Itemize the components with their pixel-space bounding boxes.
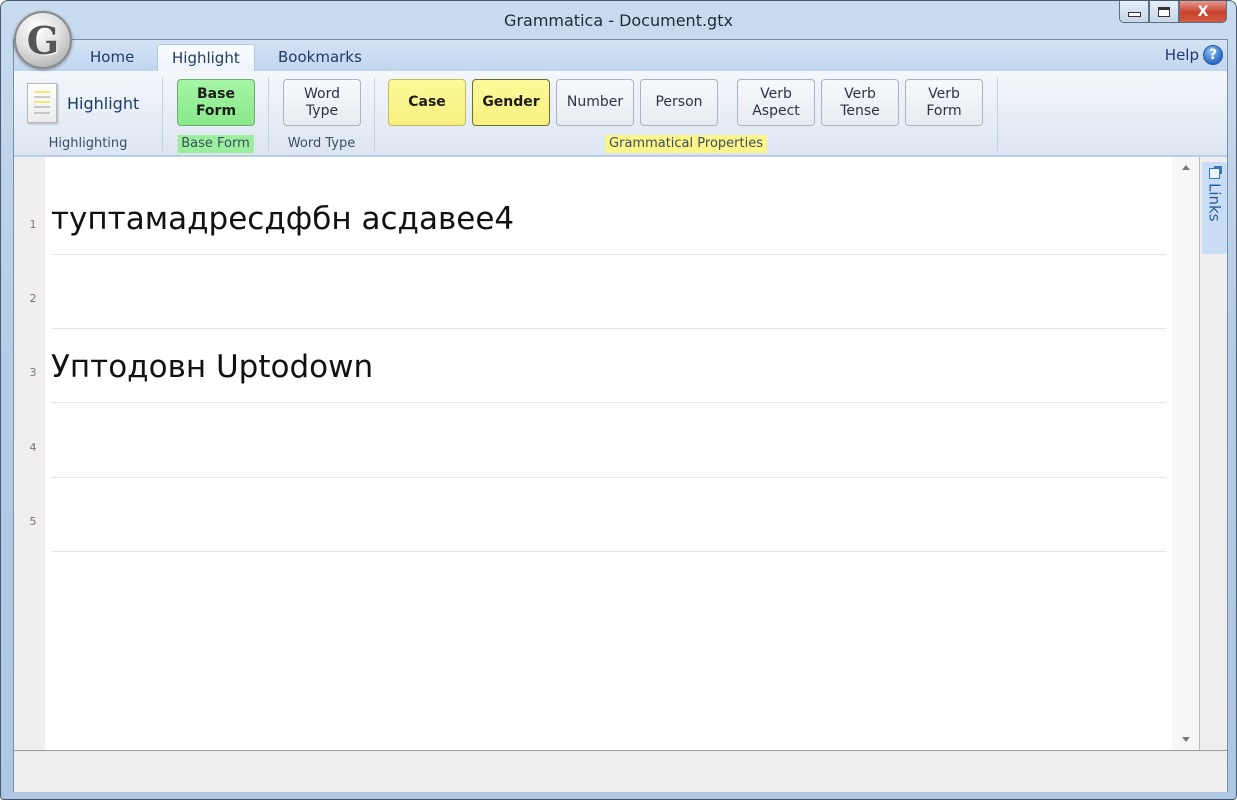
verb-aspect-line1: Verb (760, 85, 792, 102)
vertical-scrollbar[interactable] (1172, 157, 1199, 750)
links-tab[interactable]: Links (1202, 162, 1227, 254)
gender-button[interactable]: Gender (472, 79, 550, 126)
person-label: Person (655, 94, 703, 110)
highlight-button-label: Highlight (67, 93, 140, 113)
title-bar[interactable]: Grammatica - Document.gtx X (1, 1, 1236, 41)
minimize-button[interactable] (1119, 1, 1149, 23)
close-icon: X (1197, 3, 1209, 20)
app-frame: Home Highlight Bookmarks Help ? Highligh… (13, 39, 1228, 792)
line-number: 5 (29, 514, 37, 528)
help-button[interactable]: Help ? (1165, 45, 1223, 65)
verb-aspect-button[interactable]: Verb Aspect (737, 79, 815, 126)
word-type-line1: Word (304, 85, 340, 102)
app-window: Grammatica - Document.gtx X G Home Highl… (0, 0, 1237, 800)
word-type-line2: Type (305, 102, 339, 119)
status-bar (14, 750, 1227, 792)
line-text[interactable]: туптамадресдфбн асдавее4 (51, 201, 514, 237)
group-label-word-type: Word Type (287, 136, 356, 151)
number-label: Number (566, 94, 624, 110)
group-label-base-form: Base Form (177, 135, 254, 153)
app-menu-button[interactable]: G (14, 11, 72, 69)
document-line[interactable]: 5 (30, 478, 1166, 552)
line-number: 3 (29, 365, 37, 379)
tab-highlight[interactable]: Highlight (157, 44, 255, 71)
external-link-icon (1209, 166, 1222, 179)
line-number: 4 (29, 440, 37, 454)
base-form-line2: Form (195, 102, 237, 119)
base-form-line1: Base (197, 85, 235, 102)
side-panel: Links (1199, 157, 1227, 750)
document-editor[interactable]: 1 туптамадресдфбн асдавее4 2 3 Уптодовн … (14, 157, 1199, 750)
verb-aspect-line2: Aspect (752, 102, 800, 119)
highlight-button[interactable]: Highlight (27, 83, 139, 123)
word-type-button[interactable]: Word Type (283, 79, 361, 126)
ribbon-tabs: Home Highlight Bookmarks Help ? (14, 40, 1227, 71)
verb-tense-button[interactable]: Verb Tense (821, 79, 899, 126)
verb-form-button[interactable]: Verb Form (905, 79, 983, 126)
number-button[interactable]: Number (556, 79, 634, 126)
line-number: 1 (29, 217, 37, 231)
app-logo-icon: G (26, 17, 60, 63)
window-title: Grammatica - Document.gtx (504, 11, 733, 30)
document-line[interactable]: 1 туптамадресдфбн асдавее4 (30, 181, 1166, 255)
scroll-down-icon[interactable] (1182, 737, 1190, 742)
maximize-icon (1158, 6, 1170, 17)
help-icon: ? (1203, 45, 1223, 65)
document-line[interactable]: 2 (30, 255, 1166, 329)
group-label-highlighting: Highlighting (48, 136, 128, 151)
document-line[interactable]: 4 (30, 404, 1166, 478)
close-button[interactable]: X (1179, 1, 1227, 23)
gender-label: Gender (482, 94, 540, 110)
tab-bookmarks[interactable]: Bookmarks (264, 44, 376, 71)
case-button[interactable]: Case (388, 79, 466, 126)
help-label: Help (1164, 46, 1199, 64)
case-label: Case (408, 94, 446, 110)
line-number: 2 (29, 291, 37, 305)
group-grammatical-properties: Case Gender Number Person Verb Aspect Ver… (375, 75, 997, 153)
group-label-grammatical-properties: Grammatical Properties (605, 135, 767, 153)
window-controls: X (1119, 1, 1227, 25)
links-label: Links (1205, 183, 1224, 222)
document-line[interactable]: 3 Уптодовн Uptodown (30, 329, 1166, 403)
ribbon: Highlight Highlighting Base Form Base For… (14, 71, 1227, 156)
group-word-type: Word Type Word Type (269, 75, 374, 153)
maximize-button[interactable] (1149, 1, 1179, 23)
scroll-up-icon[interactable] (1182, 165, 1190, 170)
verb-tense-line2: Tense (840, 102, 880, 119)
group-separator (997, 77, 998, 151)
verb-tense-line1: Verb (844, 85, 876, 102)
group-base-form: Base Form Base Form (163, 75, 268, 153)
group-highlighting: Highlight Highlighting (14, 75, 162, 153)
person-button[interactable]: Person (640, 79, 718, 126)
tab-home[interactable]: Home (76, 44, 148, 71)
document-highlight-icon (27, 83, 57, 123)
line-number-gutter (14, 157, 45, 750)
verb-form-line2: Form (926, 102, 962, 119)
verb-form-line1: Verb (928, 85, 960, 102)
minimize-icon (1127, 12, 1141, 17)
base-form-button[interactable]: Base Form (177, 79, 255, 126)
line-text[interactable]: Уптодовн Uptodown (51, 349, 373, 385)
